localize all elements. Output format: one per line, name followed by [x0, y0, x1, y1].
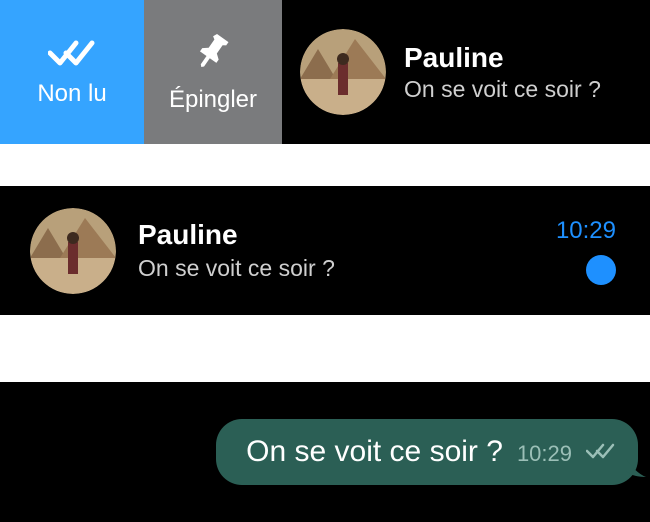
double-check-icon [48, 37, 96, 74]
chat-row-swiped[interactable]: Non lu Épingler [0, 0, 650, 144]
spacer [0, 315, 650, 382]
mark-unread-button[interactable]: Non lu [0, 0, 144, 144]
message-preview: On se voit ce soir ? [404, 76, 601, 103]
spacer [0, 144, 650, 186]
timestamp: 10:29 [556, 217, 616, 245]
message-text: On se voit ce soir ? [246, 435, 503, 469]
contact-name: Pauline [138, 219, 534, 251]
pin-icon [192, 31, 234, 80]
unread-badge [586, 255, 616, 285]
outgoing-message-bubble[interactable]: On se voit ce soir ? 10:29 [216, 419, 638, 485]
double-check-icon [586, 441, 616, 461]
chat-row-text: Pauline On se voit ce soir ? [404, 42, 601, 103]
chat-row-text: Pauline On se voit ce soir ? [138, 219, 534, 282]
chat-row-meta: 10:29 [556, 217, 616, 285]
contact-name: Pauline [404, 42, 601, 74]
conversation-view[interactable]: On se voit ce soir ? 10:29 [0, 382, 650, 522]
message-time: 10:29 [517, 441, 572, 467]
pin-button[interactable]: Épingler [144, 0, 282, 144]
chat-row-content[interactable]: Pauline On se voit ce soir ? [282, 0, 650, 144]
bubble-tail [626, 459, 646, 479]
chat-row-unread[interactable]: Pauline On se voit ce soir ? 10:29 [0, 186, 650, 315]
unread-label: Non lu [37, 80, 106, 108]
avatar [30, 208, 116, 294]
message-preview: On se voit ce soir ? [138, 255, 534, 282]
avatar [300, 29, 386, 115]
pin-label: Épingler [169, 86, 257, 114]
